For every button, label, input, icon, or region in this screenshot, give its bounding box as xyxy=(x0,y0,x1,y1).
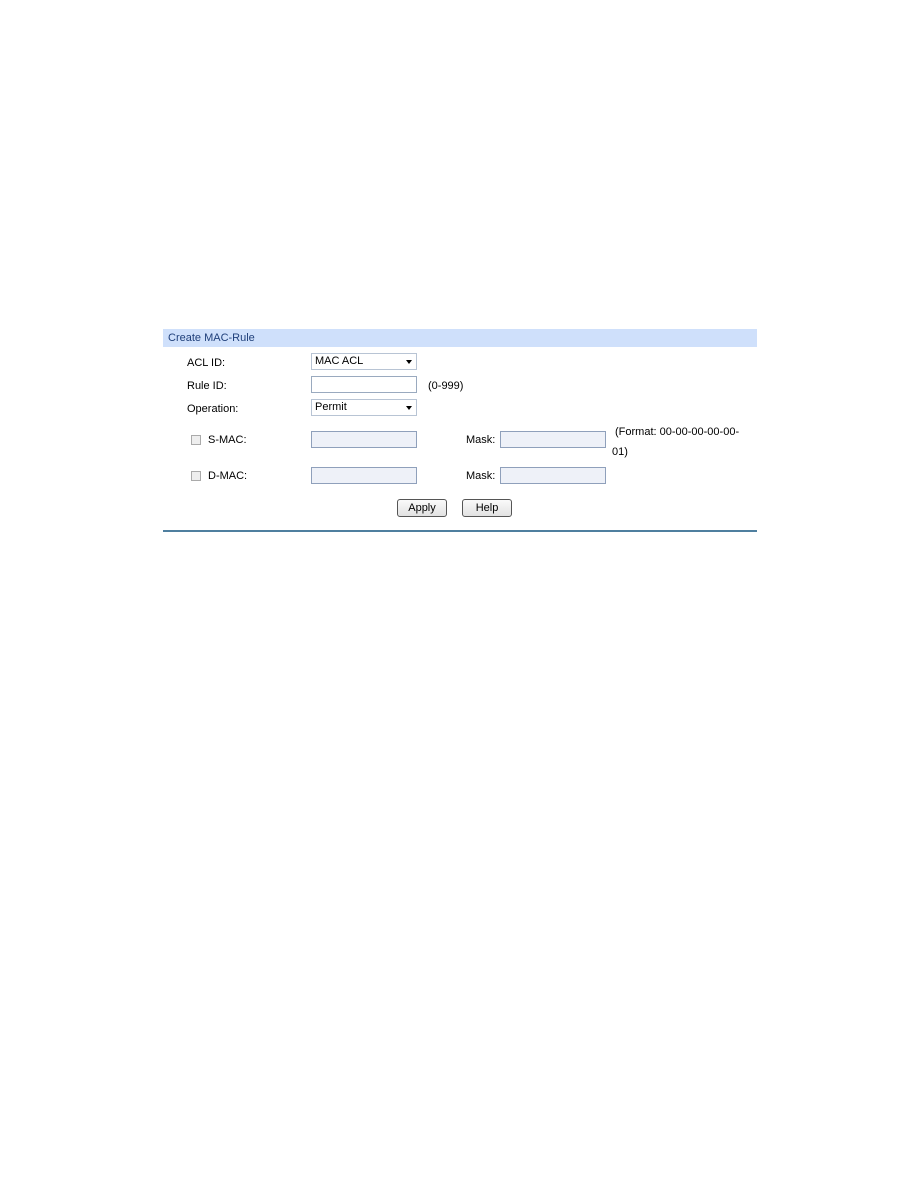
help-button[interactable]: Help xyxy=(462,499,512,517)
rule-id-input[interactable] xyxy=(311,376,417,393)
create-mac-rule-panel: Create MAC-Rule ACL ID: MAC ACL Rule ID:… xyxy=(163,329,757,533)
panel-title: Create MAC-Rule xyxy=(163,329,757,347)
operation-label: Operation: xyxy=(187,403,239,415)
acl-id-label: ACL ID: xyxy=(187,357,226,369)
s-mac-checkbox[interactable] xyxy=(191,435,201,445)
s-mac-input[interactable] xyxy=(311,431,417,448)
d-mac-mask-input[interactable] xyxy=(500,467,606,484)
format-hint-line1: (Format: 00-00-00-00-00- xyxy=(615,426,740,438)
format-hint-line2: 01) xyxy=(612,446,628,458)
acl-id-value: MAC ACL xyxy=(315,355,364,367)
rule-id-hint: (0-999) xyxy=(428,380,464,392)
d-mac-input[interactable] xyxy=(311,467,417,484)
d-mac-label: D-MAC: xyxy=(208,470,248,482)
d-mac-mask-label: Mask: xyxy=(466,470,496,482)
chevron-down-icon xyxy=(406,406,412,410)
d-mac-checkbox[interactable] xyxy=(191,471,201,481)
chevron-down-icon xyxy=(406,360,412,364)
operation-value: Permit xyxy=(315,401,347,413)
acl-id-select[interactable]: MAC ACL xyxy=(311,353,417,370)
s-mac-mask-label: Mask: xyxy=(466,434,496,446)
apply-button[interactable]: Apply xyxy=(397,499,447,517)
s-mac-label: S-MAC: xyxy=(208,434,247,446)
operation-select[interactable]: Permit xyxy=(311,399,417,416)
rule-id-label: Rule ID: xyxy=(187,380,227,392)
divider xyxy=(163,530,757,532)
s-mac-mask-input[interactable] xyxy=(500,431,606,448)
